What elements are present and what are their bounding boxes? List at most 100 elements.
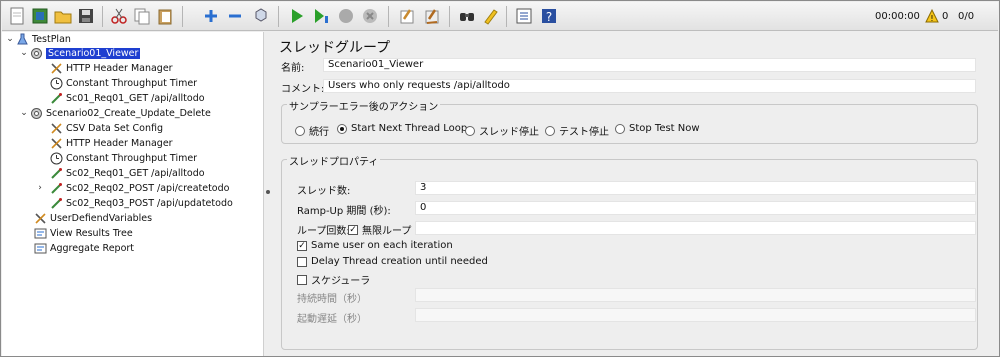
config-element-icon [34,212,47,225]
toolbar: ? 00:00:00 ! 0 0/0 [2,2,998,31]
rampup-field[interactable]: 0 [415,201,976,215]
loop-count-label: ループ回数: [297,226,350,237]
radio-dot [337,123,347,134]
tree-node-label: View Results Tree [50,228,133,239]
checkbox-box: ✓ [297,240,307,251]
test-plan-icon [16,33,29,46]
tree-node[interactable]: Sc01_Req01_GET /api/alltodo [50,91,205,106]
tree-node[interactable]: TestPlan [16,32,71,47]
chevron-down-icon[interactable]: ⌄ [19,47,29,59]
checkbox-label: 無限ループ [362,226,412,237]
checkbox-label: スケジューラ [311,276,371,287]
radio-stop-test[interactable]: テスト停止 [545,123,609,138]
startup-delay-label: 起動遅延（秒） [297,314,367,325]
sampler-icon [50,197,63,210]
same-user-checkbox[interactable]: ✓ Same user on each iteration [297,240,453,251]
threads-label: スレッド数: [297,186,351,197]
chevron-down-icon[interactable]: ⌄ [5,33,15,45]
checkbox-box [297,256,307,267]
clear-all-icon[interactable] [421,5,443,27]
tree-node[interactable]: View Results Tree [34,226,133,241]
tree-node[interactable]: Constant Throughput Timer [50,76,197,91]
tree-node[interactable]: Constant Throughput Timer [50,151,197,166]
listener-icon [34,227,47,240]
jmeter-window: ? 00:00:00 ! 0 0/0 ⌄ TestPlan ⌄ Scenario… [0,0,1000,357]
chevron-right-icon[interactable]: › [35,182,45,194]
radio-start-next-loop[interactable]: Start Next Thread Loop [337,123,467,134]
tree-node-label: Sc02_Req03_POST /api/updatetodo [66,198,233,209]
tree-node-label: Sc02_Req02_POST /api/createtodo [66,183,230,194]
group-title: スレッドプロパティ [287,153,381,168]
templates-icon[interactable] [29,5,51,27]
collapse-icon[interactable] [224,5,246,27]
tree-node-label: TestPlan [32,34,71,45]
test-plan-tree: ⌄ TestPlan ⌄ Scenario01_Viewer HTTP Head… [2,32,264,356]
tree-node[interactable]: Scenario01_Viewer [30,46,141,61]
thread-group-panel: スレッドグループ 名前: Scenario01_Viewer コメント: Use… [271,32,998,356]
duration-field[interactable] [415,288,976,302]
threads-field[interactable]: 3 [415,181,976,195]
loop-count-field[interactable] [415,221,976,235]
radio-continue[interactable]: 続行 [295,123,329,138]
comment-field[interactable]: Users who only requests /api/alltodo [323,79,976,93]
radio-dot [295,125,305,136]
warning-icon[interactable]: ! [925,9,939,23]
expand-icon[interactable] [200,5,222,27]
checkbox-label: Same user on each iteration [311,240,453,251]
cut-icon[interactable] [108,5,130,27]
reset-search-icon[interactable] [480,5,502,27]
stop-icon[interactable] [335,5,357,27]
duration-label: 持続時間（秒） [297,294,367,305]
sampler-icon [50,167,63,180]
tree-node-label: Sc01_Req01_GET /api/alltodo [66,93,205,104]
radio-stop-thread[interactable]: スレッド停止 [465,123,539,138]
tree-node[interactable]: Sc02_Req02_POST /api/createtodo [50,181,229,196]
checkbox-box [297,274,307,285]
open-icon[interactable] [52,5,74,27]
tree-node-label: HTTP Header Manager [66,63,173,74]
tree-node[interactable]: HTTP Header Manager [50,61,173,76]
clear-icon[interactable] [396,5,418,27]
timer-icon [50,77,63,90]
radio-dot [615,123,625,134]
tree-node-label: Sc02_Req01_GET /api/alltodo [66,168,205,179]
sampler-icon [50,92,63,105]
startup-delay-field[interactable] [415,308,976,322]
function-helper-icon[interactable] [513,5,535,27]
copy-icon[interactable] [131,5,153,27]
new-icon[interactable] [6,5,28,27]
toggle-icon[interactable] [250,5,272,27]
tree-node[interactable]: HTTP Header Manager [50,136,173,151]
infinite-loop-checkbox[interactable]: ✓ 無限ループ [348,222,411,237]
tree-node[interactable]: CSV Data Set Config [50,121,163,136]
radio-stop-test-now[interactable]: Stop Test Now [615,123,700,134]
start-no-pauses-icon[interactable] [310,5,332,27]
checkbox-label: Delay Thread creation until needed [311,256,488,267]
radio-label: スレッド停止 [479,127,539,138]
tree-node[interactable]: Aggregate Report [34,241,134,256]
tree-node-label: UserDefiendVariables [50,213,153,224]
scheduler-checkbox[interactable]: スケジューラ [297,272,370,287]
listener-icon [34,242,47,255]
tree-node[interactable]: Scenario02_Create_Update_Delete [30,106,211,121]
tree-node-label: Constant Throughput Timer [66,153,198,164]
paste-icon[interactable] [154,5,176,27]
splitter-handle[interactable] [266,190,270,194]
elapsed-time: 00:00:00 [875,11,920,22]
tree-node[interactable]: Sc02_Req03_POST /api/updatetodo [50,196,233,211]
delay-thread-creation-checkbox[interactable]: Delay Thread creation until needed [297,256,488,267]
name-label: 名前: [281,63,305,74]
chevron-down-icon[interactable]: ⌄ [19,107,29,119]
radio-label: テスト停止 [559,127,609,138]
config-element-icon [50,122,63,135]
tree-node[interactable]: UserDefiendVariables [34,211,152,226]
search-icon[interactable] [456,5,478,27]
tree-node-label: Constant Throughput Timer [66,78,198,89]
name-field[interactable]: Scenario01_Viewer [323,58,976,72]
shutdown-icon[interactable] [359,5,381,27]
save-icon[interactable] [75,5,97,27]
tree-node[interactable]: Sc02_Req01_GET /api/alltodo [50,166,205,181]
help-icon[interactable]: ? [538,5,560,27]
start-icon[interactable] [286,5,308,27]
radio-dot [545,125,555,136]
